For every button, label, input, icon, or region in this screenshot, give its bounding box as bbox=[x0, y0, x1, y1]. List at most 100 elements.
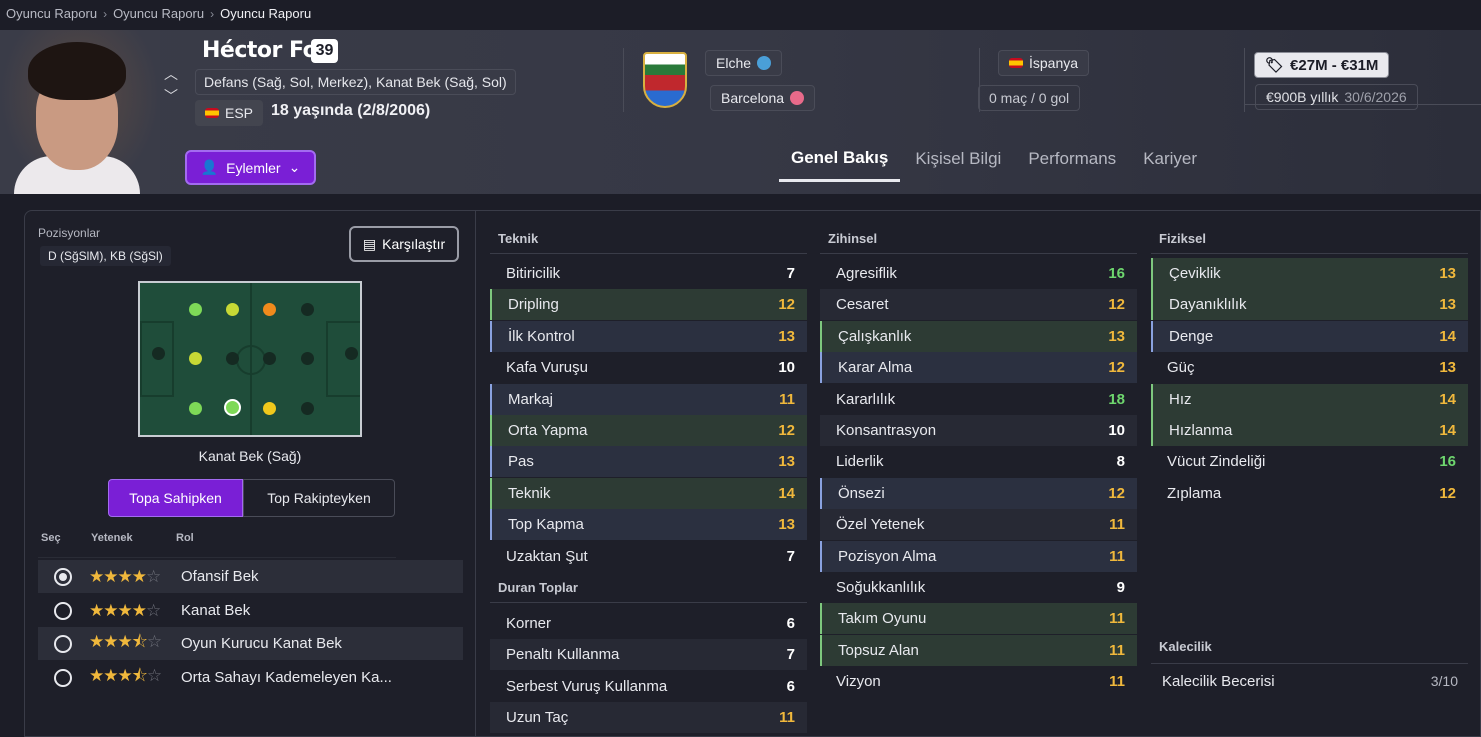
attribute-name: Vizyon bbox=[836, 673, 881, 691]
role-radio[interactable] bbox=[54, 668, 72, 687]
pitch-position-dot[interactable] bbox=[263, 402, 276, 415]
compare-label: Karşılaştır bbox=[382, 236, 446, 252]
attribute-row[interactable]: Önsezi 12 bbox=[820, 477, 1137, 509]
attribute-row[interactable]: Uzaktan Şut 7 bbox=[490, 541, 807, 572]
attribute-row[interactable]: Penaltı Kullanma 7 bbox=[490, 639, 807, 671]
attribute-row[interactable]: Korner 6 bbox=[490, 608, 807, 639]
tab-overview[interactable]: Genel Bakış bbox=[779, 136, 901, 182]
attribute-row[interactable]: Takım Oyunu 11 bbox=[820, 603, 1137, 635]
pitch-position-dot[interactable] bbox=[301, 402, 314, 415]
attribute-row[interactable]: Vizyon 11 bbox=[820, 666, 1137, 697]
attribute-row[interactable]: Çeviklik 13 bbox=[1151, 258, 1468, 289]
breadcrumb-item[interactable]: Oyuncu Raporu bbox=[113, 6, 204, 21]
tab-career[interactable]: Kariyer bbox=[1131, 136, 1209, 182]
attribute-value: 6 bbox=[786, 615, 795, 632]
out-of-possession-toggle[interactable]: Top Rakipteyken bbox=[243, 479, 395, 517]
tab-performance[interactable]: Performans bbox=[1016, 136, 1128, 182]
attribute-row[interactable]: Pas 13 bbox=[490, 446, 807, 478]
spain-flag-icon bbox=[205, 108, 219, 118]
attribute-row[interactable]: Karar Alma 12 bbox=[820, 352, 1137, 384]
attribute-row[interactable]: Zıplama 12 bbox=[1151, 478, 1468, 509]
tab-personal-info[interactable]: Kişisel Bilgi bbox=[903, 136, 1013, 182]
pitch-position-dot[interactable] bbox=[226, 352, 239, 365]
attribute-row[interactable]: İlk Kontrol 13 bbox=[490, 320, 807, 352]
compare-button[interactable]: ▤ Karşılaştır bbox=[349, 226, 459, 262]
attribute-row[interactable]: Kafa Vuruşu 10 bbox=[490, 352, 807, 383]
role-radio[interactable] bbox=[54, 634, 72, 653]
divider bbox=[490, 602, 807, 603]
attribute-row[interactable]: Orta Yapma 12 bbox=[490, 415, 807, 446]
parent-club-chip[interactable]: Barcelona bbox=[710, 85, 816, 111]
attribute-row[interactable]: Konsantrasyon 10 bbox=[820, 415, 1137, 446]
attribute-row[interactable]: Topsuz Alan 11 bbox=[820, 634, 1137, 666]
attribute-row[interactable]: Markaj 11 bbox=[490, 383, 807, 415]
attribute-row[interactable]: Güç 13 bbox=[1151, 352, 1468, 383]
pitch-position-dot[interactable] bbox=[263, 352, 276, 365]
chevron-down-icon[interactable]: ﹀ bbox=[164, 86, 178, 106]
attribute-value: 14 bbox=[1439, 422, 1456, 439]
pitch-position-dot[interactable] bbox=[301, 352, 314, 365]
parent-club-icon bbox=[790, 91, 805, 105]
position-pitch[interactable] bbox=[138, 281, 362, 437]
club-chip[interactable]: Elche bbox=[705, 50, 783, 76]
goalkeeping-row[interactable]: Kalecilik Becerisi 3/10 bbox=[1162, 673, 1458, 690]
pitch-position-dot[interactable] bbox=[263, 303, 276, 316]
attribute-row[interactable]: Özel Yetenek 11 bbox=[820, 509, 1137, 541]
country-chip[interactable]: İspanya bbox=[998, 50, 1090, 76]
section-title-fiziksel: Fiziksel bbox=[1159, 231, 1206, 246]
attribute-row[interactable]: Top Kapma 13 bbox=[490, 509, 807, 541]
attribute-row[interactable]: Hızlanma 14 bbox=[1151, 415, 1468, 446]
nationality-chip[interactable]: ESP bbox=[195, 100, 264, 126]
pitch-position-selected[interactable] bbox=[224, 399, 241, 416]
attribute-row[interactable]: Çalışkanlık 13 bbox=[820, 320, 1137, 352]
attribute-name: Cesaret bbox=[836, 296, 889, 314]
attribute-row[interactable]: Liderlik 8 bbox=[820, 446, 1137, 477]
role-radio[interactable] bbox=[54, 601, 72, 620]
role-row[interactable]: ★★★★☆ Kanat Bek bbox=[38, 594, 463, 627]
attribute-name: Uzaktan Şut bbox=[506, 547, 588, 565]
divider bbox=[38, 557, 396, 558]
attribute-row[interactable]: Hız 14 bbox=[1151, 383, 1468, 415]
attribute-row[interactable]: Soğukkanlılık 9 bbox=[820, 572, 1137, 603]
pitch-position-dot[interactable] bbox=[189, 402, 202, 415]
attribute-name: Özel Yetenek bbox=[836, 516, 925, 534]
divider bbox=[1244, 48, 1245, 112]
attribute-value: 7 bbox=[786, 547, 795, 565]
role-row[interactable]: ★★★★☆ Ofansif Bek bbox=[38, 560, 463, 593]
pitch-position-dot[interactable] bbox=[301, 303, 314, 316]
attribute-name: Kararlılık bbox=[836, 390, 896, 408]
chevron-down-icon: ⌄ bbox=[288, 159, 301, 175]
attribute-value: 13 bbox=[1439, 359, 1456, 377]
role-row[interactable]: ★★★⯪☆ Oyun Kurucu Kanat Bek bbox=[38, 627, 463, 660]
role-row[interactable]: ★★★⯪☆ Orta Sahayı Kademeleyen Ka... bbox=[38, 661, 463, 694]
breadcrumb-item[interactable]: Oyuncu Raporu bbox=[6, 6, 97, 21]
attribute-row[interactable]: Dripling 12 bbox=[490, 289, 807, 321]
section-title-teknik: Teknik bbox=[498, 231, 539, 246]
attribute-row[interactable]: Uzun Taç 11 bbox=[490, 702, 807, 734]
role-name: Kanat Bek bbox=[181, 602, 251, 619]
attribute-row[interactable]: Kararlılık 18 bbox=[820, 384, 1137, 415]
attribute-value: 11 bbox=[1109, 547, 1125, 565]
pitch-position-dot[interactable] bbox=[345, 347, 358, 360]
attribute-name: Pozisyon Alma bbox=[838, 547, 937, 565]
actions-button[interactable]: 👤 Eylemler ⌄ bbox=[185, 150, 316, 185]
attribute-row[interactable]: Teknik 14 bbox=[490, 477, 807, 509]
attribute-row[interactable]: Bitiricilik 7 bbox=[490, 258, 807, 289]
attribute-row[interactable]: Agresiflik 16 bbox=[820, 258, 1137, 289]
attribute-row[interactable]: Vücut Zindeliği 16 bbox=[1151, 446, 1468, 477]
pitch-position-dot[interactable] bbox=[189, 352, 202, 365]
pitch-position-dot[interactable] bbox=[189, 303, 202, 316]
attribute-row[interactable]: Dayanıklılık 13 bbox=[1151, 289, 1468, 321]
attribute-row[interactable]: Cesaret 12 bbox=[820, 289, 1137, 321]
pitch-position-dot[interactable] bbox=[226, 303, 239, 316]
attribute-name: Önsezi bbox=[838, 484, 885, 502]
attribute-name: Denge bbox=[1169, 327, 1214, 345]
attribute-row[interactable]: Denge 14 bbox=[1151, 320, 1468, 352]
role-radio[interactable] bbox=[54, 567, 72, 586]
chevron-up-icon[interactable]: ︿ bbox=[164, 64, 178, 84]
club-crest-icon[interactable] bbox=[643, 52, 687, 108]
attribute-row[interactable]: Pozisyon Alma 11 bbox=[820, 540, 1137, 572]
in-possession-toggle[interactable]: Topa Sahipken bbox=[108, 479, 243, 517]
pitch-position-dot[interactable] bbox=[152, 347, 165, 360]
attribute-row[interactable]: Serbest Vuruş Kullanma 6 bbox=[490, 671, 807, 702]
